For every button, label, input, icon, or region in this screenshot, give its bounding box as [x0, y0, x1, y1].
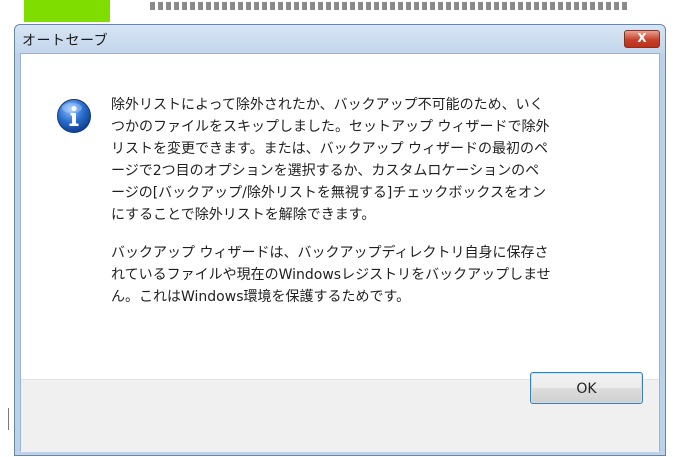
message-paragraph-2: バックアップ ウィザードは、バックアップディレクトリ自身に保存さ れているファイ… [111, 245, 551, 305]
message-area: 除外リストによって除外されたか、バックアップ不可能のため、いく つかのファイルを… [21, 54, 659, 379]
close-icon: X [637, 31, 647, 45]
close-button[interactable]: X [624, 30, 660, 48]
dialog-title-bar[interactable]: オートセーブ X [15, 25, 665, 53]
message-paragraph-1: 除外リストによって除外されたか、バックアップ不可能のため、いく つかのファイルを… [111, 97, 550, 223]
info-icon [57, 99, 91, 133]
background-obscured-text [150, 2, 630, 10]
background-green-block [24, 0, 110, 22]
ok-button[interactable]: OK [530, 372, 643, 404]
autosave-dialog: オートセーブ X 除外リストによって除外されたか、バックアップ不可能のため、いく… [14, 24, 666, 456]
background-edge-mark [8, 408, 9, 430]
message-text: 除外リストによって除外されたか、バックアップ不可能のため、いく つかのファイルを… [111, 94, 631, 324]
dialog-title: オートセーブ [22, 33, 109, 49]
background-window [0, 0, 675, 22]
